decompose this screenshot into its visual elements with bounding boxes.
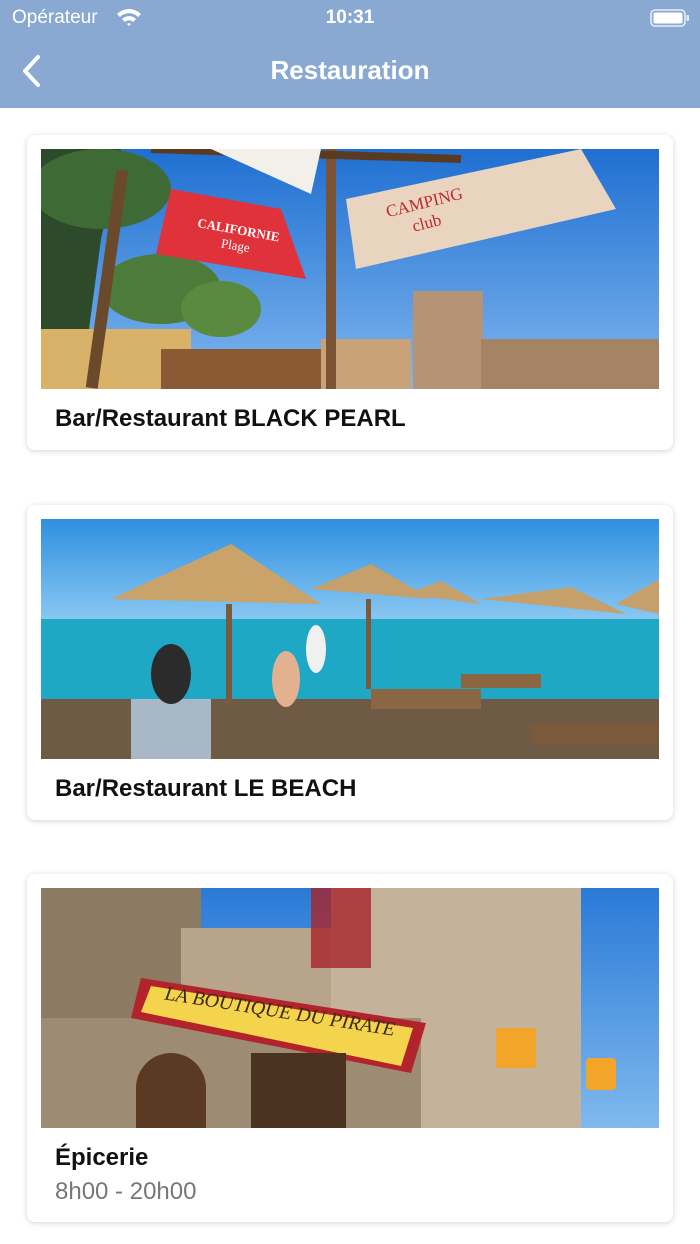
card-title: Épicerie xyxy=(55,1144,149,1171)
card-title: Bar/Restaurant LE BEACH xyxy=(55,775,357,802)
opening-hours: 8h00 - 20h00 xyxy=(55,1178,197,1205)
clock: 10:31 xyxy=(325,7,375,28)
card-title: Bar/Restaurant BLACK PEARL xyxy=(55,405,406,432)
restaurant-card-black-pearl[interactable]: CALIFORNIE Plage CAMPING club Bar/Restau… xyxy=(27,135,673,450)
battery-icon xyxy=(650,9,689,27)
page-title: Restauration xyxy=(270,55,430,85)
restaurant-card-le-beach[interactable]: Bar/Restaurant LE BEACH xyxy=(27,505,673,820)
nav-header: Opérateur 10:31 Restauration xyxy=(0,0,700,108)
card-image: LA BOUTIQUE DU PIRATE xyxy=(41,888,659,1128)
restaurant-card-epicerie[interactable]: LA BOUTIQUE DU PIRATE Épicerie 8h00 - 20… xyxy=(27,874,673,1222)
card-image: CALIFORNIE Plage CAMPING club xyxy=(41,149,659,389)
status-bar: Opérateur 10:31 xyxy=(0,0,700,36)
card-image xyxy=(41,519,659,759)
